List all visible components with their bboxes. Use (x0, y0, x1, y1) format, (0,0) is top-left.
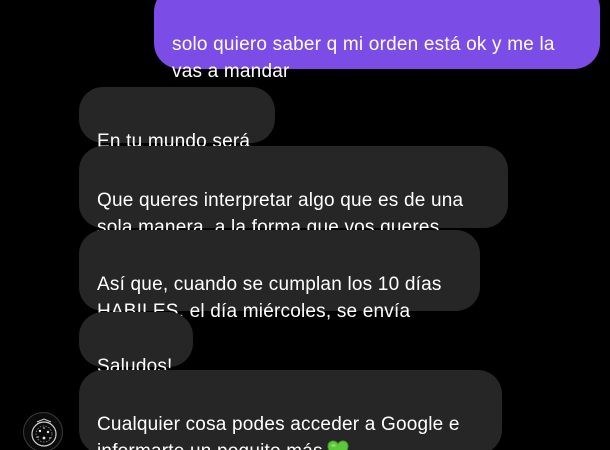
received-message-bubble[interactable]: Saludos! (79, 312, 193, 377)
message-text: solo quiero saber q mi orden está ok y m… (172, 34, 555, 82)
message-text: Cualquier cosa podes acceder a Google e … (97, 414, 460, 450)
received-message-bubble[interactable]: En tu mundo será (79, 87, 275, 152)
green-heart-icon (327, 440, 349, 450)
received-message-bubble[interactable]: Que queres interpretar algo que es de un… (79, 146, 508, 238)
received-message-bubble[interactable]: Cualquier cosa podes acceder a Google e … (79, 370, 502, 450)
received-message-bubble[interactable]: Así que, cuando se cumplan los 10 días H… (79, 230, 480, 322)
sent-message-bubble[interactable]: solo quiero saber q mi orden está ok y m… (154, 0, 600, 82)
contact-avatar-icon[interactable] (23, 412, 63, 450)
message-thread: solo quiero saber q mi orden está ok y m… (0, 0, 610, 450)
